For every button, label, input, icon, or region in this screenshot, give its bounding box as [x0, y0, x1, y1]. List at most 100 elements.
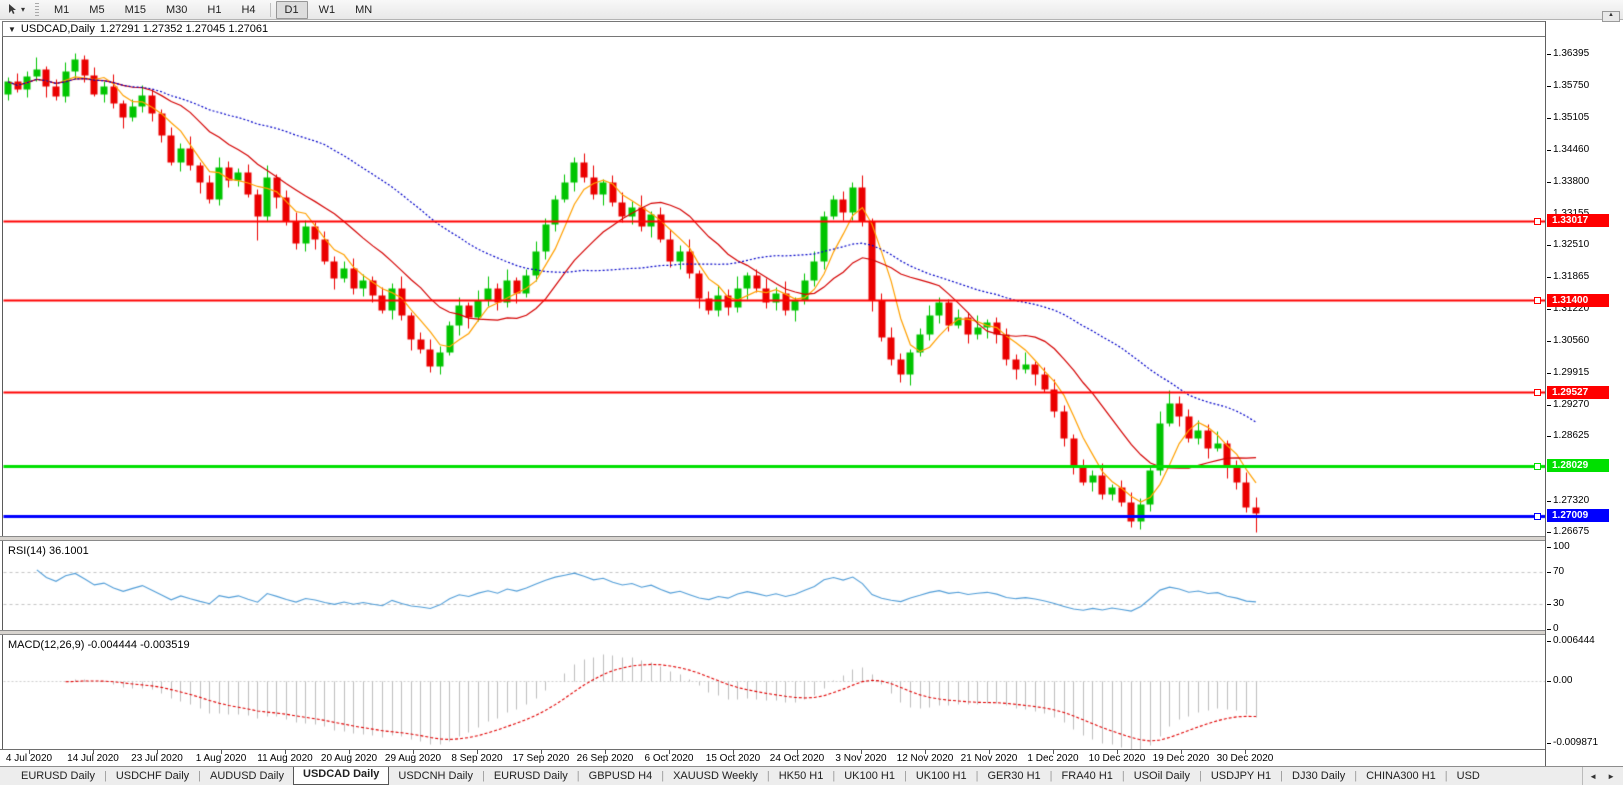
pane-divider[interactable]	[0, 536, 1623, 541]
chart-tab-usdcad-daily[interactable]: USDCAD Daily	[293, 767, 389, 785]
date-tick-label: 20 Aug 2020	[321, 753, 377, 764]
main-chart-canvas[interactable]	[3, 37, 1545, 536]
chart-tab-uk100-h1[interactable]: UK100 H1	[907, 768, 976, 785]
timeframe-button-mn[interactable]: MN	[346, 1, 381, 19]
date-tick-label: 6 Oct 2020	[645, 753, 694, 764]
macd-tick-label: 0.006444	[1553, 635, 1595, 647]
chart-tab-china300-h1[interactable]: CHINA300 H1	[1357, 768, 1445, 785]
line-endpoint-marker[interactable]	[1534, 218, 1541, 225]
chart-tab-bar: EURUSD Daily|USDCHF Daily|AUDUSD DailyUS…	[0, 766, 1623, 785]
price-tick-label: 1.28625	[1553, 430, 1589, 442]
chart-tab-fra40-h1[interactable]: FRA40 H1	[1053, 768, 1122, 785]
chart-tab-eurusd-daily[interactable]: EURUSD Daily	[12, 768, 104, 785]
price-axis[interactable]: 1.363951.357501.351051.344601.338001.331…	[1545, 21, 1623, 766]
price-tick-label: 1.36395	[1553, 48, 1589, 60]
timeframe-button-m1[interactable]: M1	[45, 1, 78, 19]
price-line-badge: 1.31400	[1547, 294, 1609, 307]
chart-tab-gbpusd-h4[interactable]: GBPUSD H4	[580, 768, 662, 785]
timeframe-button-d1[interactable]: D1	[276, 1, 308, 19]
rsi-tick-label: 100	[1553, 541, 1570, 553]
tab-scroll-left-icon[interactable]: ◄	[1585, 771, 1601, 782]
date-tick-label: 17 Sep 2020	[513, 753, 570, 764]
cursor-tool-button[interactable]: ▾	[3, 3, 30, 16]
mt4-terminal: ▾ M1M5M15M30H1H4 D1W1MN ▲ ▼ USDCAD,Daily …	[0, 0, 1623, 785]
price-tick-label: 1.26675	[1553, 526, 1589, 538]
timeframe-button-w1[interactable]: W1	[310, 1, 345, 19]
date-tick-label: 14 Jul 2020	[67, 753, 119, 764]
price-tick-label: 1.29270	[1553, 399, 1589, 411]
rsi-tick-label: 70	[1553, 566, 1564, 578]
price-tick-label: 1.33800	[1553, 176, 1589, 188]
rsi-tick-label: 0	[1553, 623, 1559, 635]
line-endpoint-marker[interactable]	[1534, 513, 1541, 520]
cursor-icon	[8, 4, 19, 15]
chart-tab-usdjpy-h1[interactable]: USDJPY H1	[1202, 768, 1280, 785]
chart-tab-usdcnh-daily[interactable]: USDCNH Daily	[389, 768, 482, 785]
date-tick-label: 21 Nov 2020	[961, 753, 1018, 764]
date-tick-label: 26 Sep 2020	[577, 753, 634, 764]
price-tick-label: 1.31865	[1553, 271, 1589, 283]
price-tick-label: 1.29915	[1553, 367, 1589, 379]
toolbar-separator	[270, 3, 271, 17]
price-line-badge: 1.33017	[1547, 214, 1609, 227]
chart-tab-hk50-h1[interactable]: HK50 H1	[770, 768, 833, 785]
chart-tab-usoil-daily[interactable]: USOil Daily	[1125, 768, 1199, 785]
price-tick-label: 1.32510	[1553, 239, 1589, 251]
chart-tab-uk100-h1[interactable]: UK100 H1	[835, 768, 904, 785]
chart-tab-audusd-daily[interactable]: AUDUSD Daily	[201, 768, 293, 785]
timeframe-button-m30[interactable]: M30	[157, 1, 196, 19]
date-tick-label: 19 Dec 2020	[1153, 753, 1210, 764]
line-endpoint-marker[interactable]	[1534, 297, 1541, 304]
tab-scroll-right-icon[interactable]: ►	[1603, 771, 1619, 782]
price-tick-label: 1.35105	[1553, 112, 1589, 124]
toolbar-grip[interactable]	[35, 3, 39, 16]
timeframe-button-m15[interactable]: M15	[116, 1, 155, 19]
chevron-down-icon[interactable]: ▾	[21, 5, 25, 14]
timeframe-toolbar: ▾ M1M5M15M30H1H4 D1W1MN	[0, 0, 1623, 20]
date-tick-label: 8 Sep 2020	[451, 753, 502, 764]
date-tick-label: 29 Aug 2020	[385, 753, 441, 764]
chart-tabs: EURUSD Daily|USDCHF Daily|AUDUSD DailyUS…	[12, 767, 1489, 785]
price-line-badge: 1.28029	[1547, 459, 1609, 472]
price-tick-label: 1.27320	[1553, 495, 1589, 507]
date-tick-label: 24 Oct 2020	[770, 753, 824, 764]
date-tick-label: 23 Jul 2020	[131, 753, 183, 764]
line-endpoint-marker[interactable]	[1534, 389, 1541, 396]
timeframe-button-h4[interactable]: H4	[232, 1, 264, 19]
rsi-chart-canvas[interactable]	[3, 541, 1545, 631]
line-endpoint-marker[interactable]	[1534, 463, 1541, 470]
chart-tab-usd[interactable]: USD	[1448, 768, 1489, 785]
date-tick-label: 15 Oct 2020	[706, 753, 760, 764]
macd-tick-label: 0.00	[1553, 675, 1572, 687]
macd-indicator-label: MACD(12,26,9) -0.004444 -0.003519	[8, 639, 190, 651]
date-tick-label: 11 Aug 2020	[257, 753, 312, 764]
macd-tick-label: -0.009871	[1553, 737, 1598, 749]
scroll-up-button[interactable]: ▲	[1602, 11, 1620, 22]
timeframe-button-h1[interactable]: H1	[198, 1, 230, 19]
time-axis[interactable]: 4 Jul 2020 14 Jul 2020 23 Jul 2020 1 Aug 20…	[0, 750, 1623, 766]
date-tick-label: 12 Nov 2020	[897, 753, 954, 764]
chart-tab-dj30-daily[interactable]: DJ30 Daily	[1283, 768, 1354, 785]
price-line-badge: 1.27009	[1547, 509, 1609, 522]
date-tick-label: 30 Dec 2020	[1217, 753, 1274, 764]
macd-chart-canvas[interactable]	[3, 635, 1545, 749]
rsi-tick-label: 30	[1553, 598, 1564, 610]
tab-scroll-arrows: ◄ ►	[1582, 767, 1621, 785]
price-tick-label: 1.30560	[1553, 335, 1589, 347]
chart-tab-usdchf-daily[interactable]: USDCHF Daily	[107, 768, 198, 785]
price-line-badge: 1.29527	[1547, 386, 1609, 399]
price-tick-label: 1.35750	[1553, 80, 1589, 92]
price-tick-label: 1.34460	[1553, 144, 1589, 156]
collapse-chart-icon[interactable]: ▼	[8, 25, 16, 34]
date-tick-label: 4 Jul 2020	[6, 753, 52, 764]
pane-divider[interactable]	[0, 630, 1623, 635]
date-tick-label: 3 Nov 2020	[835, 753, 886, 764]
timeframe-button-m5[interactable]: M5	[80, 1, 113, 19]
chart-symbol-title: USDCAD,Daily	[21, 23, 95, 35]
chart-title-bar: ▼ USDCAD,Daily 1.27291 1.27352 1.27045 1…	[2, 21, 1623, 37]
rsi-indicator-label: RSI(14) 36.1001	[8, 545, 89, 557]
chart-tab-eurusd-daily[interactable]: EURUSD Daily	[485, 768, 577, 785]
date-tick-label: 1 Aug 2020	[196, 753, 247, 764]
chart-tab-ger30-h1[interactable]: GER30 H1	[978, 768, 1049, 785]
chart-tab-xauusd-weekly[interactable]: XAUUSD Weekly	[664, 768, 767, 785]
